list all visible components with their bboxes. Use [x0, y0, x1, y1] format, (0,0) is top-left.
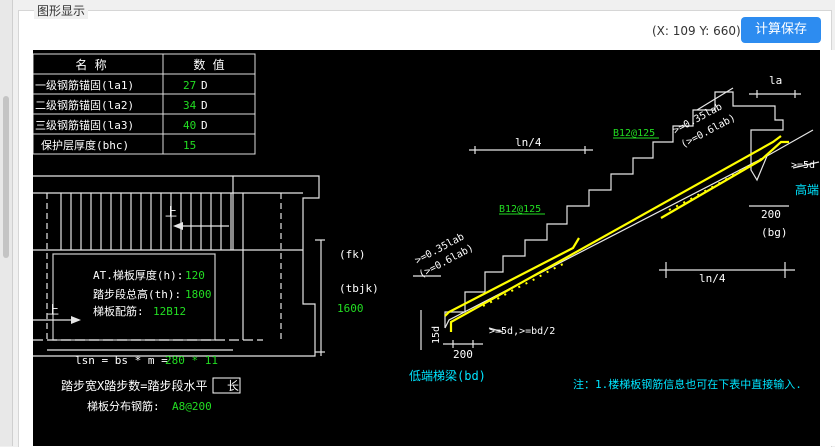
arrow-left-icon [173, 222, 183, 230]
stair-drawing: 名 称 数 值 一级钢筋锚固(la1) 27 D 二级钢筋锚固(la2) 34 … [33, 53, 820, 413]
dist-rebar-label: 梯板分布钢筋: [87, 399, 160, 413]
arrow-right-icon [71, 316, 81, 324]
table-row-name: 二级钢筋锚固(la2) [35, 98, 134, 112]
w200-right-label: 200 [761, 208, 781, 221]
thickness-value[interactable]: 120 [185, 269, 205, 282]
table-row-name: 一级钢筋锚固(la1) [35, 78, 134, 92]
rebar-top-right [660, 140, 789, 219]
step-formula: 踏步宽X踏步数=踏步段水平 [61, 378, 207, 393]
drawing-canvas[interactable]: 名 称 数 值 一级钢筋锚固(la1) 27 D 二级钢筋锚固(la2) 34 … [33, 50, 820, 446]
plan-up-label: 上 [165, 205, 177, 219]
lsn-label: lsn = bs * m = [75, 354, 168, 367]
ln4-bottom-label: ln/4 [699, 272, 726, 285]
cursor-coordinates: (X: 109 Y: 660) [652, 24, 741, 38]
table-row-unit: D [201, 99, 208, 112]
table-header-name: 名 称 [75, 57, 106, 72]
table-row-value[interactable]: 27 [183, 79, 196, 92]
stair-plan [33, 175, 325, 357]
calculate-save-button[interactable]: 计算保存 [741, 17, 821, 43]
right-margin [820, 50, 835, 446]
scrollbar-thumb[interactable] [3, 96, 9, 258]
section-note: 注：1.楼梯板钢筋信息也可在下表中直接输入. [573, 377, 802, 391]
left-scrollbar[interactable] [0, 0, 13, 446]
thickness-label: AT.梯板厚度(h): [93, 268, 183, 282]
w200-left-label: 200 [453, 348, 473, 361]
height-value[interactable]: 1800 [185, 288, 212, 301]
rebar-dots-left [482, 261, 568, 307]
dist-rebar-value[interactable]: A8@200 [172, 400, 212, 413]
rebar-label: 梯板配筋: [93, 304, 144, 318]
height-label: 踏步段总高(th): [93, 287, 181, 301]
lsn-value[interactable]: 280 * 11 [165, 354, 218, 367]
b12-mid-label: B12@125 [499, 204, 541, 215]
low-beam-label: 低端梯梁(bd) [409, 368, 486, 383]
bg-label: (bg) [761, 226, 788, 239]
tbjk-label: (tbjk) [339, 282, 379, 295]
ln4-top-label: ln/4 [515, 136, 542, 149]
b12-top-label: B12@125 [613, 128, 655, 139]
step-formula-end: 长 [227, 379, 239, 393]
table-row-value[interactable]: 34 [183, 99, 197, 112]
high-beam-label: 高端 [795, 182, 819, 197]
plan-up-label-bottom: 上 [47, 303, 59, 317]
tbjk-value[interactable]: 1600 [337, 302, 364, 315]
table-row-unit: D [201, 79, 208, 92]
table-row-name: 三级钢筋锚固(la3) [35, 118, 134, 132]
d15-label: 15d [431, 326, 442, 344]
table-header-value: 数 值 [193, 57, 224, 72]
panel-title: 图形显示 [34, 2, 89, 19]
table-row-unit: D [201, 119, 208, 132]
ge5d-bottom-label: >=5d,>=bd/2 [489, 326, 555, 337]
rebar-value[interactable]: 12B12 [153, 305, 186, 318]
fk-label: (fk) [339, 248, 366, 261]
ge5d-right-label: >=5d [791, 160, 815, 171]
table-row-value[interactable]: 40 [183, 119, 196, 132]
table-row-value[interactable]: 15 [183, 139, 196, 152]
la-label: la [769, 74, 782, 87]
table-row-name: 保护层厚度(bhc) [41, 138, 129, 152]
